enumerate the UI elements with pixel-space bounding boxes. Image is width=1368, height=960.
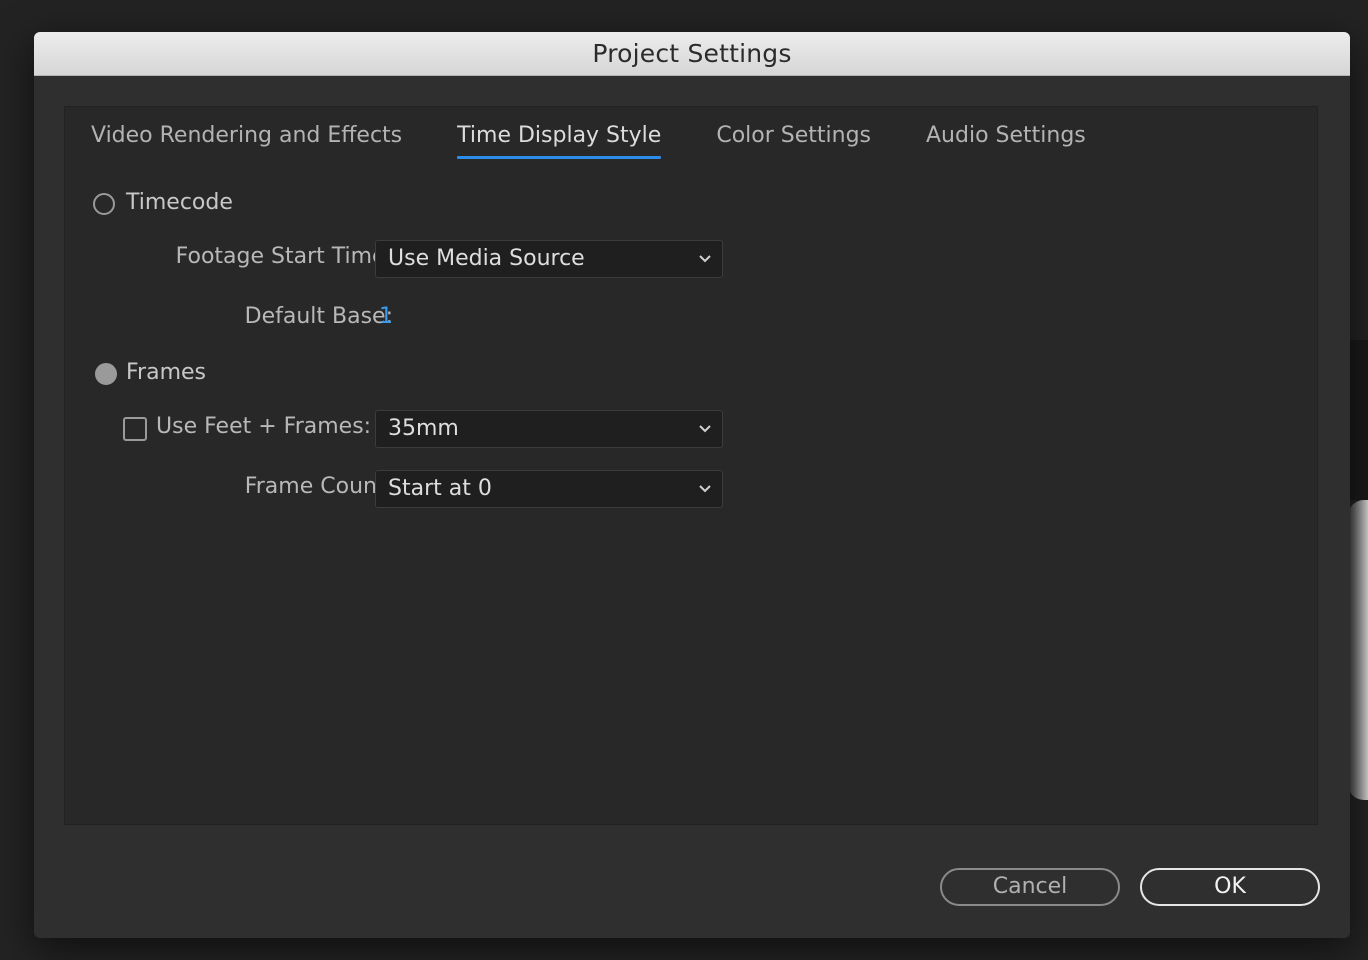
tab-label: Color Settings [716, 123, 871, 148]
title-bar[interactable]: Project Settings [34, 32, 1350, 76]
tab-time-display-style[interactable]: Time Display Style [457, 119, 662, 163]
default-base-value[interactable]: 1 [379, 304, 393, 329]
frame-count-dropdown[interactable]: Start at 0 [375, 470, 723, 508]
dialog-title: Project Settings [592, 39, 792, 68]
frame-count-label: Frame Count: [244, 474, 393, 499]
background-window-edge [1348, 340, 1368, 500]
project-settings-dialog: Project Settings Video Rendering and Eff… [34, 32, 1350, 938]
dropdown-value: Start at 0 [388, 476, 492, 501]
footage-start-time-dropdown[interactable]: Use Media Source [375, 240, 723, 278]
tab-label: Time Display Style [457, 123, 662, 148]
active-tab-indicator [457, 156, 662, 159]
timecode-radio-label[interactable]: Timecode [126, 190, 233, 215]
chevron-down-icon [699, 485, 711, 493]
tab-color-settings[interactable]: Color Settings [716, 119, 871, 163]
dropdown-value: Use Media Source [388, 246, 585, 271]
tab-audio-settings[interactable]: Audio Settings [926, 119, 1086, 163]
chevron-down-icon [699, 425, 711, 433]
cancel-button[interactable]: Cancel [940, 868, 1120, 906]
background-image-peek [1348, 500, 1368, 800]
frames-radio-label[interactable]: Frames [126, 360, 206, 385]
use-feet-frames-label[interactable]: Use Feet + Frames: [156, 414, 371, 439]
settings-panel: Video Rendering and Effects Time Display… [64, 106, 1318, 825]
ok-button[interactable]: OK [1140, 868, 1320, 906]
footage-start-time-label: Footage Start Time: [175, 244, 393, 269]
default-base-label: Default Base: [244, 304, 393, 329]
tab-bar: Video Rendering and Effects Time Display… [91, 119, 1086, 163]
chevron-down-icon [699, 255, 711, 263]
dropdown-value: 35mm [388, 416, 459, 441]
tab-label: Video Rendering and Effects [91, 123, 403, 148]
frames-radio[interactable] [95, 363, 117, 385]
feet-frames-dropdown[interactable]: 35mm [375, 410, 723, 448]
use-feet-frames-checkbox[interactable] [123, 417, 147, 441]
timecode-radio[interactable] [93, 193, 115, 215]
tab-label: Audio Settings [926, 123, 1086, 148]
tab-video-rendering-and-effects[interactable]: Video Rendering and Effects [91, 119, 402, 163]
